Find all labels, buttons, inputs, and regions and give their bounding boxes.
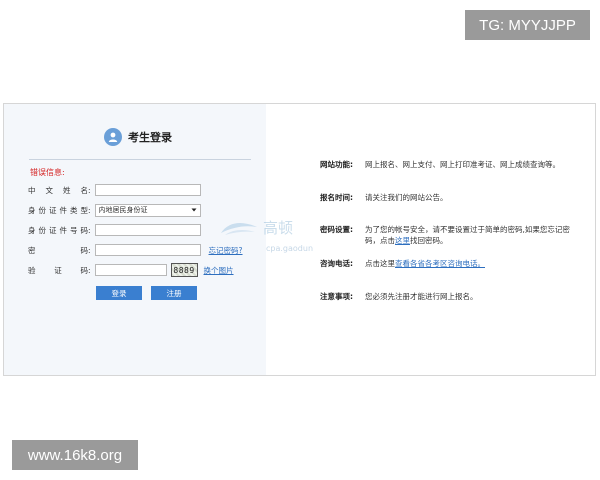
info-row-password: 密码设置: 为了您的帐号安全，请不要设置过于简单的密码,如果您忘记密码，点击这里… [320, 225, 583, 246]
id-type-colon: : [88, 205, 91, 215]
info-label: 网站功能: [320, 160, 353, 169]
change-captcha-link[interactable]: 换个图片 [204, 265, 234, 276]
name-row: 中文姓名 : [28, 183, 201, 197]
error-label: 错误信息: [30, 168, 65, 177]
info-text-part: 点击这里 [365, 259, 395, 268]
login-panel: 考生登录 错误信息: 中文姓名 : 身份证件类型 : 内地居民身份证 身份证件号… [4, 104, 266, 375]
id-number-label: 身份证件号码 [28, 225, 88, 235]
user-icon [104, 128, 122, 146]
name-colon: : [88, 185, 91, 195]
login-frame: 考生登录 错误信息: 中文姓名 : 身份证件类型 : 内地居民身份证 身份证件号… [3, 103, 596, 376]
info-label: 密码设置: [320, 225, 353, 234]
info-text-part: 找回密码。 [410, 235, 448, 245]
info-text: 您必须先注册才能进行网上报名。 [365, 292, 478, 301]
info-label: 报名时间: [320, 193, 353, 202]
name-label: 中文姓名 [28, 185, 88, 195]
password-row: 密码 : 忘记密码? [28, 243, 243, 257]
login-title: 考生登录 [104, 126, 172, 148]
captcha-row: 验证码 : 8889 换个图片 [28, 263, 234, 277]
password-label: 密码 [28, 245, 88, 255]
info-row-features: 网站功能: 网上报名、网上支付、网上打印准考证、网上成绩查询等。 [320, 160, 583, 171]
register-button[interactable]: 注册 [151, 286, 197, 300]
info-text: 为了您的帐号安全，请不要设置过于简单的密码,如果您忘记密码，点击这里找回密码。 [365, 225, 583, 246]
id-type-select[interactable]: 内地居民身份证 [94, 203, 201, 217]
logo-icon [221, 222, 257, 235]
watermark-top: TG: MYYJJPP [465, 10, 590, 40]
faint-logo-text: 高顿 [263, 219, 294, 237]
id-number-input[interactable] [94, 224, 201, 236]
login-title-text: 考生登录 [128, 131, 172, 144]
info-label: 注意事项: [320, 292, 353, 301]
faint-logo-url: cpa.gaodun [266, 244, 314, 253]
info-row-registration-time: 报名时间: 请关注我们的网站公告。 [320, 193, 583, 204]
recover-password-link[interactable]: 这里 [395, 236, 410, 245]
captcha-image[interactable]: 8889 [170, 263, 198, 277]
info-text: 请关注我们的网站公告。 [365, 193, 448, 202]
captcha-label: 验证码 [28, 265, 88, 275]
faint-logo: 高顿 [219, 217, 293, 238]
captcha-colon: : [88, 265, 91, 275]
info-text: 网上报名、网上支付、网上打印准考证、网上成绩查询等。 [365, 160, 560, 169]
title-divider [29, 159, 251, 160]
info-label: 咨询电话: [320, 259, 353, 268]
name-input[interactable] [94, 184, 201, 196]
info-row-notes: 注意事项: 您必须先注册才能进行网上报名。 [320, 292, 583, 303]
id-number-colon: : [88, 225, 91, 235]
consult-phone-link[interactable]: 查看各省各考区咨询电话。 [395, 259, 485, 268]
id-type-row: 身份证件类型 : 内地居民身份证 [28, 203, 201, 217]
info-row-phone: 咨询电话: 点击这里查看各省各考区咨询电话。 [320, 259, 583, 270]
id-number-row: 身份证件号码 : [28, 223, 201, 237]
chevron-down-icon [191, 208, 197, 212]
forgot-password-link[interactable]: 忘记密码? [209, 245, 243, 256]
id-type-value: 内地居民身份证 [98, 206, 148, 214]
captcha-input[interactable] [94, 264, 167, 276]
id-type-label: 身份证件类型 [28, 205, 88, 215]
watermark-bottom: www.16k8.org [12, 440, 138, 470]
login-button[interactable]: 登录 [96, 286, 142, 300]
password-input[interactable] [94, 244, 201, 256]
password-colon: : [88, 245, 91, 255]
info-text: 点击这里查看各省各考区咨询电话。 [365, 259, 583, 270]
